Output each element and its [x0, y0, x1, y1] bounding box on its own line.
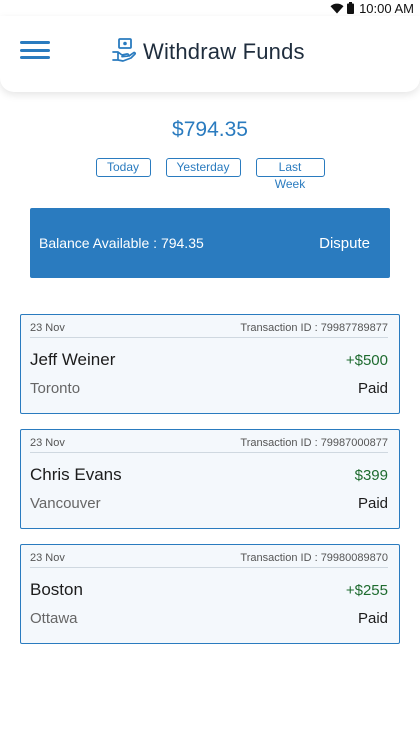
transaction-card[interactable]: 23 Nov Transaction ID : 79987789877 Jeff…	[20, 314, 400, 414]
battery-icon	[347, 2, 355, 14]
transaction-id: Transaction ID : 79987789877	[240, 321, 388, 334]
transaction-amount: $399	[354, 466, 388, 484]
dispute-button[interactable]: Dispute	[319, 235, 370, 252]
balance-banner: Balance Available : 794.35 Dispute	[30, 208, 390, 278]
transaction-status: Paid	[357, 379, 388, 397]
transaction-date: 23 Nov	[30, 321, 65, 334]
transaction-id: Transaction ID : 79987000877	[240, 436, 388, 449]
page-title: Withdraw Funds	[111, 36, 305, 68]
date-filters: Today Yesterday Last Week	[0, 158, 420, 191]
transaction-card[interactable]: 23 Nov Transaction ID : 79987000877 Chri…	[20, 429, 400, 529]
filter-today-button[interactable]: Today	[95, 158, 151, 177]
hamburger-menu-icon[interactable]	[20, 38, 50, 62]
transaction-list: 23 Nov Transaction ID : 79987789877 Jeff…	[20, 314, 400, 659]
transaction-city: Vancouver	[30, 494, 101, 512]
transaction-amount: +$500	[345, 351, 388, 369]
wifi-icon	[330, 3, 344, 14]
transaction-city: Ottawa	[30, 609, 78, 627]
transaction-date: 23 Nov	[30, 436, 65, 449]
transaction-amount: +$255	[345, 581, 388, 599]
filter-yesterday-button[interactable]: Yesterday	[165, 158, 241, 177]
status-bar: 10:00 AM	[0, 0, 420, 16]
header-title: Withdraw Funds	[143, 39, 305, 64]
transaction-status: Paid	[357, 609, 388, 627]
transaction-date: 23 Nov	[30, 551, 65, 564]
transaction-city: Toronto	[30, 379, 81, 397]
transaction-card[interactable]: 23 Nov Transaction ID : 79980089870 Bost…	[20, 544, 400, 644]
balance-available-label: Balance Available : 794.35	[39, 235, 204, 251]
status-time: 10:00 AM	[359, 0, 414, 16]
transaction-name: Boston	[30, 580, 83, 599]
app-header: Withdraw Funds	[0, 16, 420, 92]
transaction-name: Jeff Weiner	[30, 350, 116, 369]
hand-money-icon	[111, 37, 137, 68]
transaction-name: Chris Evans	[30, 465, 122, 484]
transaction-id: Transaction ID : 79980089870	[240, 551, 388, 564]
filter-last-week-button[interactable]: Last Week	[255, 158, 325, 191]
transaction-status: Paid	[357, 494, 388, 512]
total-amount: $794.35	[172, 118, 248, 141]
